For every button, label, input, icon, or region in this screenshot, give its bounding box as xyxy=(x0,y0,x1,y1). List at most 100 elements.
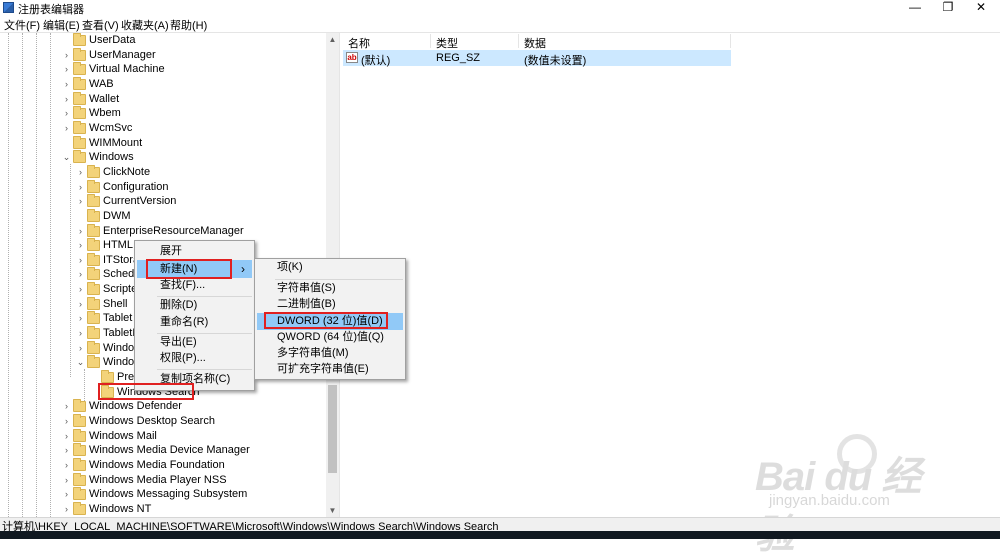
value-data: (数值未设置) xyxy=(524,55,587,67)
menu-help[interactable]: 帮助(H) xyxy=(170,17,207,33)
expand-chevron-icon[interactable]: › xyxy=(76,297,85,312)
expand-chevron-icon[interactable]: › xyxy=(62,414,71,429)
tree-node[interactable]: › ClickNote xyxy=(0,164,326,180)
expand-chevron-icon[interactable]: › xyxy=(62,429,71,444)
tree-node[interactable]: › Wbem xyxy=(0,106,326,121)
folder-icon xyxy=(87,194,100,208)
column-header-type[interactable]: 类型 xyxy=(436,35,458,51)
tree-node[interactable]: › EnterpriseResourceManager xyxy=(0,223,326,239)
menu-favorites[interactable]: 收藏夹(A) xyxy=(121,17,169,33)
expand-chevron-icon[interactable]: › xyxy=(76,311,85,326)
minimize-button[interactable]: — xyxy=(900,0,930,16)
expand-chevron-icon[interactable]: › xyxy=(62,62,71,77)
scroll-up-arrow-icon[interactable]: ▲ xyxy=(326,33,339,46)
scroll-down-arrow-icon[interactable]: ▼ xyxy=(326,504,339,517)
tree-node[interactable]: › CurrentVersion xyxy=(0,194,326,209)
tree-node-label: Windows Media Device Manager xyxy=(89,444,250,457)
submenu-item-binary-value[interactable]: 二进制值(B) xyxy=(277,296,336,313)
tree-node[interactable]: › Windows Media Player NSS xyxy=(0,472,326,488)
expand-chevron-icon[interactable] xyxy=(76,209,85,224)
column-header-data[interactable]: 数据 xyxy=(524,35,546,51)
expand-chevron-icon[interactable]: › xyxy=(62,399,71,414)
expand-chevron-icon[interactable]: › xyxy=(76,180,85,195)
submenu-item-expandable-string-value[interactable]: 可扩充字符串值(E) xyxy=(277,361,369,378)
tree-node[interactable]: › Windows Desktop Search xyxy=(0,413,326,429)
expand-chevron-icon[interactable]: › xyxy=(76,341,85,356)
tree-node-label: Shell xyxy=(103,297,128,310)
expand-chevron-icon[interactable]: › xyxy=(62,487,71,502)
expand-chevron-icon[interactable]: › xyxy=(76,165,85,180)
tree-node-label: DWM xyxy=(103,209,131,222)
expand-chevron-icon[interactable]: › xyxy=(62,106,71,121)
annotation-box-new xyxy=(146,259,232,279)
tree-node[interactable]: › UserManager xyxy=(0,47,326,63)
menu-item-export[interactable]: 导出(E) xyxy=(160,334,197,351)
tree-node[interactable]: › Windows Mail xyxy=(0,428,326,444)
menu-item-delete[interactable]: 删除(D) xyxy=(160,297,197,314)
menu-item-permissions[interactable]: 权限(P)... xyxy=(160,350,206,367)
tree-node[interactable]: › WcmSvc xyxy=(0,120,326,136)
expand-chevron-icon[interactable]: › xyxy=(76,194,85,209)
taskbar xyxy=(0,531,1000,539)
tree-node-label: UserData xyxy=(89,34,136,46)
menu-file[interactable]: 文件(F) xyxy=(4,17,40,33)
tree-node[interactable]: WIMMount xyxy=(0,135,326,151)
menu-separator xyxy=(157,369,252,370)
column-separator[interactable] xyxy=(730,34,731,48)
collapse-chevron-icon[interactable]: ⌄ xyxy=(76,355,85,370)
expand-chevron-icon[interactable]: › xyxy=(62,443,71,458)
tree-node-label: WIMMount xyxy=(89,136,143,149)
expand-chevron-icon[interactable]: › xyxy=(62,473,71,488)
expand-chevron-icon[interactable] xyxy=(62,136,71,151)
folder-icon xyxy=(87,340,100,354)
expand-chevron-icon[interactable]: › xyxy=(76,267,85,282)
tree-node[interactable]: DWM xyxy=(0,208,326,224)
menu-edit[interactable]: 编辑(E) xyxy=(43,17,80,33)
submenu-item-key[interactable]: 项(K) xyxy=(277,259,303,276)
tree-node[interactable]: ⌄ Windows xyxy=(0,150,326,165)
expand-chevron-icon[interactable]: › xyxy=(62,48,71,63)
tree-node[interactable]: › WAB xyxy=(0,77,326,92)
tree-node[interactable]: › Windows Defender xyxy=(0,399,326,414)
folder-icon xyxy=(87,179,100,193)
restore-button[interactable]: ❐ xyxy=(933,0,963,16)
column-separator[interactable] xyxy=(518,34,519,48)
close-button[interactable]: ✕ xyxy=(966,0,996,16)
expand-chevron-icon[interactable]: › xyxy=(76,326,85,341)
menu-item-expand[interactable]: 展开 xyxy=(160,243,182,260)
folder-icon xyxy=(73,120,86,134)
tree-node[interactable]: › Virtual Machine xyxy=(0,62,326,77)
expand-chevron-icon[interactable]: › xyxy=(76,238,85,253)
expand-chevron-icon[interactable]: › xyxy=(62,502,71,517)
expand-chevron-icon[interactable]: › xyxy=(62,77,71,92)
folder-icon xyxy=(87,282,100,296)
collapse-chevron-icon[interactable]: ⌄ xyxy=(62,150,71,165)
tree-node[interactable]: › Windows Messaging Subsystem xyxy=(0,487,326,502)
list-row[interactable]: ab (默认) REG_SZ (数值未设置) xyxy=(343,50,731,67)
tree-node[interactable]: › Configuration xyxy=(0,179,326,195)
submenu-item-multi-string-value[interactable]: 多字符串值(M) xyxy=(277,345,349,362)
submenu-item-string-value[interactable]: 字符串值(S) xyxy=(277,280,336,297)
submenu-item-qword-value[interactable]: QWORD (64 位)值(Q) xyxy=(277,329,384,346)
expand-chevron-icon[interactable]: › xyxy=(76,224,85,239)
tree-node[interactable]: › Windows Media Device Manager xyxy=(0,443,326,458)
tree-node[interactable]: › Wallet xyxy=(0,91,326,107)
expand-chevron-icon[interactable]: › xyxy=(62,92,71,107)
list-header: 名称 类型 数据 xyxy=(343,33,1000,51)
expand-chevron-icon[interactable]: › xyxy=(76,282,85,297)
expand-chevron-icon[interactable]: › xyxy=(76,253,85,268)
tree-node[interactable]: › Windows NT xyxy=(0,501,326,517)
folder-icon xyxy=(73,62,86,76)
menu-view[interactable]: 查看(V) xyxy=(82,17,119,33)
tree-node[interactable]: › Windows Media Foundation xyxy=(0,457,326,473)
regedit-app-icon xyxy=(3,2,14,13)
tree-node[interactable]: UserData xyxy=(0,33,326,48)
column-header-name[interactable]: 名称 xyxy=(348,35,370,51)
column-separator[interactable] xyxy=(430,34,431,48)
expand-chevron-icon[interactable]: › xyxy=(62,121,71,136)
expand-chevron-icon[interactable]: › xyxy=(62,458,71,473)
menu-item-rename[interactable]: 重命名(R) xyxy=(160,314,208,331)
menu-item-find[interactable]: 查找(F)... xyxy=(160,277,205,294)
expand-chevron-icon[interactable] xyxy=(62,33,71,48)
scrollbar-thumb[interactable] xyxy=(328,385,337,473)
